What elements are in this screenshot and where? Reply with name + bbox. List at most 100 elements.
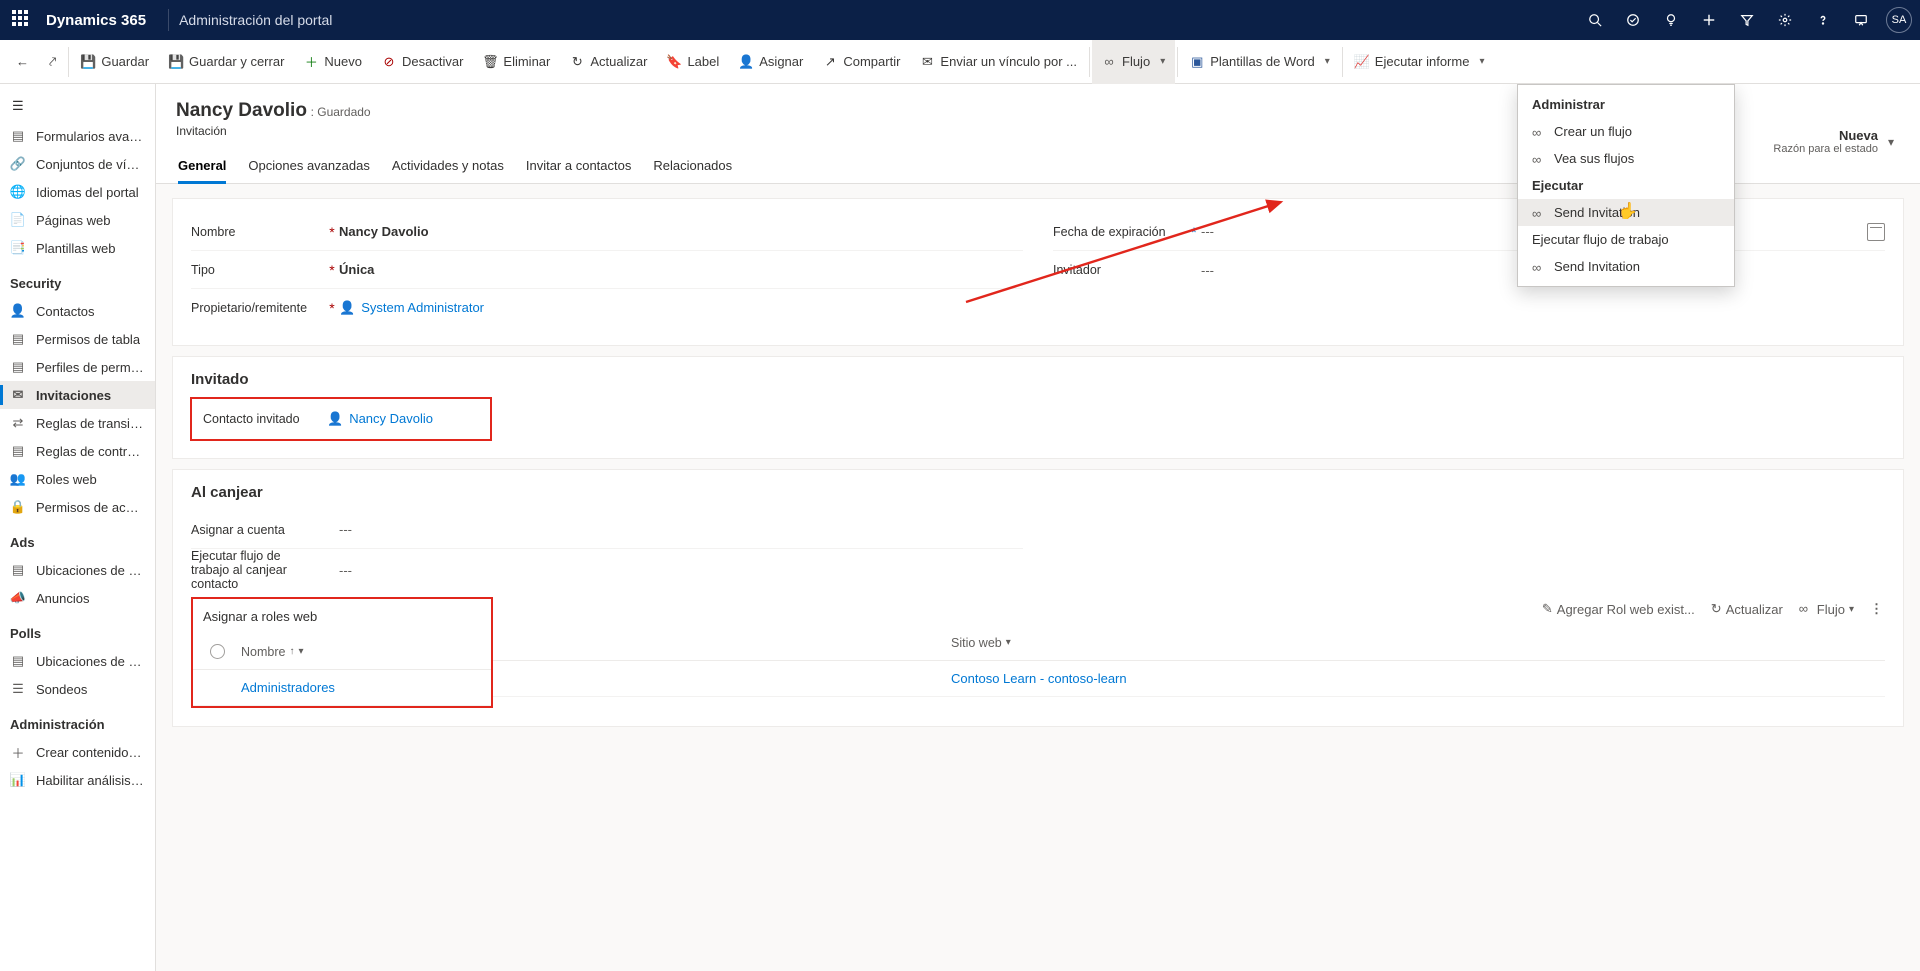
field-expiry[interactable]: Fecha de expiración * --- <box>1053 213 1885 251</box>
flow-button[interactable]: Flujo▾ <box>1092 40 1175 84</box>
nav-create-content[interactable]: ＋Crear contenido d... <box>0 738 155 766</box>
nav-link-sets[interactable]: 🔗Conjuntos de vínc... <box>0 150 155 178</box>
app-area[interactable]: Administración del portal <box>179 12 332 28</box>
delete-button[interactable]: 🗑Eliminar <box>473 40 560 84</box>
assign-button[interactable]: 👤Asignar <box>729 40 813 84</box>
chevron-down-icon[interactable]: ▾ <box>1888 135 1894 149</box>
back-button[interactable]: ← <box>6 40 39 84</box>
app-launcher-icon[interactable] <box>12 10 32 30</box>
share-button[interactable]: ↗Compartir <box>813 40 910 84</box>
nav-web-pages[interactable]: 📄Páginas web <box>0 206 155 234</box>
form-icon: ▤ <box>10 128 26 144</box>
role-link[interactable]: Administradores <box>241 680 335 695</box>
field-type[interactable]: Tipo * Única <box>191 251 1023 289</box>
nav-control-rules[interactable]: ▤Reglas de control ... <box>0 437 155 465</box>
table-row[interactable]: Administradores <box>193 670 491 706</box>
nav-portal-langs[interactable]: 🌐Idiomas del portal <box>0 178 155 206</box>
nav-transition-rules[interactable]: ⇄Reglas de transici... <box>0 409 155 437</box>
tab-general[interactable]: General <box>178 150 226 183</box>
subgrid-refresh-button[interactable]: ↻Actualizar <box>1711 601 1783 617</box>
add-icon[interactable] <box>1690 0 1728 40</box>
gear-icon[interactable] <box>1766 0 1804 40</box>
field-name[interactable]: Nombre * Nancy Davolio <box>191 213 1023 251</box>
help-icon[interactable] <box>1804 0 1842 40</box>
more-commands-button[interactable]: ⋮ <box>1870 601 1885 617</box>
roles-icon: 👥 <box>10 471 26 487</box>
word-templates-button[interactable]: ▣Plantillas de Word▾ <box>1180 40 1340 84</box>
placement-icon: ▤ <box>10 562 26 578</box>
poll-icon: ☰ <box>10 681 26 697</box>
link-icon: ✉ <box>920 55 934 69</box>
create-flow-item[interactable]: Crear un flujo <box>1518 118 1734 145</box>
label-icon: 🔖 <box>667 55 681 69</box>
status-reason-field[interactable]: Nueva Razón para el estado <box>1773 128 1878 155</box>
nav-web-roles[interactable]: 👥Roles web <box>0 465 155 493</box>
tab-activities[interactable]: Actividades y notas <box>392 150 504 183</box>
new-content-icon: ＋ <box>10 744 26 760</box>
site-link[interactable]: Contoso Learn - contoso-learn <box>951 671 1127 686</box>
nav-invitations[interactable]: ✉Invitaciones <box>0 381 155 409</box>
field-assign-account[interactable]: Asignar a cuenta --- <box>191 511 1023 549</box>
hamburger-icon[interactable]: ☰ <box>0 90 155 122</box>
brand[interactable]: Dynamics 365 <box>46 12 146 29</box>
save-close-icon: 💾 <box>169 55 183 69</box>
nav-heading-ads: Ads <box>0 521 155 556</box>
add-existing-role-button[interactable]: ✎Agregar Rol web exist... <box>1542 601 1695 617</box>
run-report-button[interactable]: 📈Ejecutar informe▾ <box>1345 40 1495 84</box>
nav-table-perms[interactable]: ▤Permisos de tabla <box>0 325 155 353</box>
table-row[interactable]: Contoso Learn - contoso-learn <box>493 661 1885 697</box>
nav-perm-profiles[interactable]: ▤Perfiles de permis... <box>0 353 155 381</box>
owner-link[interactable]: System Administrator <box>361 300 484 315</box>
assistant-icon[interactable] <box>1842 0 1880 40</box>
select-all-checkbox[interactable] <box>210 644 225 659</box>
nav-poll-placements[interactable]: ▤Ubicaciones de so... <box>0 647 155 675</box>
invited-contact-link[interactable]: Nancy Davolio <box>349 411 433 426</box>
task-icon[interactable] <box>1614 0 1652 40</box>
deactivate-icon: ⊘ <box>382 55 396 69</box>
flyout-manage-header: Administrar <box>1518 91 1734 118</box>
chevron-down-icon: ▾ <box>298 646 303 657</box>
tab-advanced[interactable]: Opciones avanzadas <box>248 150 369 183</box>
page-title: Nancy Davolio <box>176 100 307 121</box>
nav-adv-forms[interactable]: ▤Formularios avanz... <box>0 122 155 150</box>
nav-contacts[interactable]: 👤Contactos <box>0 297 155 325</box>
lightbulb-icon[interactable] <box>1652 0 1690 40</box>
command-bar: ← ⤤ 💾Guardar 💾Guardar y cerrar ＋Nuevo ⊘D… <box>0 40 1920 84</box>
send-invitation-item-2[interactable]: Send Invitation <box>1518 253 1734 280</box>
field-inviter[interactable]: Invitador --- <box>1053 251 1885 289</box>
new-button[interactable]: ＋Nuevo <box>294 40 372 84</box>
tab-related[interactable]: Relacionados <box>653 150 732 183</box>
field-invited-contact[interactable]: Contacto invitado 👤Nancy Davolio <box>193 400 489 438</box>
col-name[interactable]: Nombre ↑ ▾ <box>241 645 491 659</box>
tab-invite-contacts[interactable]: Invitar a contactos <box>526 150 632 183</box>
share-icon: ↗ <box>823 55 837 69</box>
search-icon[interactable] <box>1576 0 1614 40</box>
table-perm-icon: ▤ <box>10 331 26 347</box>
see-flows-item[interactable]: Vea sus flujos <box>1518 145 1734 172</box>
nav-ads[interactable]: 📣Anuncios <box>0 584 155 612</box>
separator <box>1177 47 1178 77</box>
nav-ad-placements[interactable]: ▤Ubicaciones de a... <box>0 556 155 584</box>
email-link-button[interactable]: ✉Enviar un vínculo por ... <box>910 40 1087 84</box>
nav-polls[interactable]: ☰Sondeos <box>0 675 155 703</box>
subgrid-flow-button[interactable]: Flujo ▾ <box>1799 602 1854 617</box>
save-close-button[interactable]: 💾Guardar y cerrar <box>159 40 294 84</box>
label-button[interactable]: 🔖Label <box>657 40 729 84</box>
refresh-button[interactable]: ↻Actualizar <box>560 40 657 84</box>
calendar-icon[interactable] <box>1867 223 1885 241</box>
run-workflow-item[interactable]: Ejecutar flujo de trabajo <box>1518 226 1734 253</box>
nav-web-templates[interactable]: 📑Plantillas web <box>0 234 155 262</box>
nav-access-perms[interactable]: 🔒Permisos de acces... <box>0 493 155 521</box>
avatar[interactable]: SA <box>1886 7 1912 33</box>
field-owner[interactable]: Propietario/remitente * 👤System Administ… <box>191 289 1023 327</box>
field-run-workflow[interactable]: Ejecutar flujo de trabajo al canjear con… <box>191 549 1023 591</box>
filter-icon[interactable] <box>1728 0 1766 40</box>
send-invitation-item[interactable]: Send Invitation <box>1518 199 1734 226</box>
save-button[interactable]: 💾Guardar <box>71 40 159 84</box>
profile-icon: ▤ <box>10 359 26 375</box>
open-in-new-icon[interactable]: ⤤ <box>39 40 66 84</box>
template-icon: 📑 <box>10 240 26 256</box>
deactivate-button[interactable]: ⊘Desactivar <box>372 40 473 84</box>
nav-enable-analytics[interactable]: 📊Habilitar análisis ... <box>0 766 155 794</box>
col-site[interactable]: Sitio web ▾ <box>951 636 1885 650</box>
